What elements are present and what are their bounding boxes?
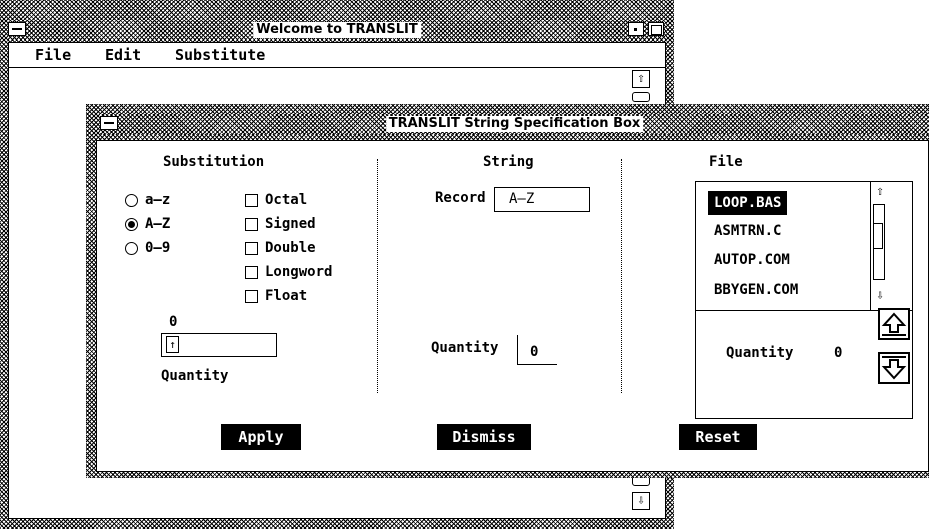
checkbox-double[interactable] — [245, 242, 258, 255]
file-quantity-label: Quantity — [726, 345, 794, 361]
reset-button[interactable]: Reset — [679, 424, 757, 450]
checkbox-octal-label[interactable]: Octal — [265, 191, 307, 209]
file-list-scrollbar[interactable]: ⇧ ⇩ — [871, 184, 889, 308]
substitution-heading: Substitution — [163, 154, 265, 170]
file-scroll-track[interactable] — [873, 204, 885, 280]
minimize-icon[interactable] — [628, 22, 644, 36]
radio-uppercase-label[interactable]: A–Z — [145, 215, 170, 233]
main-title-bar[interactable]: Welcome to TRANSLIT — [8, 20, 666, 40]
menu-file[interactable]: File — [35, 46, 71, 64]
file-scroll-up-icon[interactable]: ⇧ — [871, 184, 889, 202]
main-window-title: Welcome to TRANSLIT — [253, 22, 421, 38]
file-quantity-value: 0 — [834, 345, 843, 361]
separator-right — [621, 159, 622, 393]
checkbox-float[interactable] — [245, 290, 258, 303]
separator-left — [377, 159, 378, 393]
dismiss-button[interactable]: Dismiss — [437, 424, 531, 450]
checkbox-longword-label[interactable]: Longword — [265, 263, 332, 281]
checkbox-longword[interactable] — [245, 266, 258, 279]
window-menu-icon[interactable] — [8, 22, 26, 36]
maximize-icon[interactable] — [648, 22, 664, 36]
dialog-title-bar[interactable]: TRANSLIT String Specification Box — [100, 114, 929, 134]
file-list-item[interactable]: ASMTRN.C — [708, 219, 787, 243]
radio-digits-label[interactable]: 0–9 — [145, 239, 170, 257]
radio-lowercase[interactable] — [125, 194, 138, 207]
substitution-quantity-label: Quantity — [161, 368, 229, 384]
scroll-down-arrow-icon[interactable]: ⇩ — [632, 492, 650, 510]
text-cursor-icon: ↑ — [166, 336, 179, 353]
file-list-box: LOOP.BAS ASMTRN.C AUTOP.COM BBYGEN.COM ⇧… — [695, 181, 913, 419]
dialog-client-area: Substitution a–z A–Z 0–9 Octal Signed Do… — [96, 140, 929, 472]
menu-substitute[interactable]: Substitute — [175, 46, 265, 64]
string-quantity-value: 0 — [530, 344, 539, 360]
increment-arrow-icon[interactable] — [878, 308, 910, 340]
string-quantity-field[interactable]: 0 — [517, 335, 557, 365]
apply-button[interactable]: Apply — [221, 424, 301, 450]
scroll-thumb[interactable] — [632, 92, 650, 102]
checkbox-signed[interactable] — [245, 218, 258, 231]
radio-uppercase[interactable] — [125, 218, 138, 231]
file-list-item-selected[interactable]: LOOP.BAS — [708, 191, 788, 215]
checkbox-float-label[interactable]: Float — [265, 287, 307, 305]
menu-edit[interactable]: Edit — [105, 46, 141, 64]
file-list-item[interactable]: AUTOP.COM — [708, 248, 796, 272]
string-heading: String — [483, 154, 534, 170]
file-list-item[interactable]: BBYGEN.COM — [708, 278, 804, 302]
radio-digits[interactable] — [125, 242, 138, 255]
string-quantity-label: Quantity — [431, 340, 499, 356]
substitution-value: 0 — [169, 314, 178, 330]
scroll-up-arrow-icon[interactable]: ⇧ — [632, 70, 650, 88]
radio-lowercase-label[interactable]: a–z — [145, 191, 170, 209]
file-scroll-down-icon[interactable]: ⇩ — [871, 288, 889, 306]
dialog-title: TRANSLIT String Specification Box — [385, 116, 644, 132]
substitution-quantity-field[interactable]: ↑ — [161, 333, 277, 357]
dialog-menu-icon[interactable] — [100, 116, 118, 130]
checkbox-signed-label[interactable]: Signed — [265, 215, 316, 233]
string-specification-dialog: TRANSLIT String Specification Box Substi… — [86, 104, 929, 478]
record-label: Record — [435, 190, 486, 206]
checkbox-double-label[interactable]: Double — [265, 239, 316, 257]
checkbox-octal[interactable] — [245, 194, 258, 207]
file-heading: File — [709, 154, 743, 170]
record-input[interactable]: A–Z — [494, 187, 590, 212]
file-scroll-thumb[interactable] — [873, 223, 883, 249]
menu-bar: File Edit Substitute — [9, 43, 665, 68]
decrement-arrow-icon[interactable] — [878, 352, 910, 384]
